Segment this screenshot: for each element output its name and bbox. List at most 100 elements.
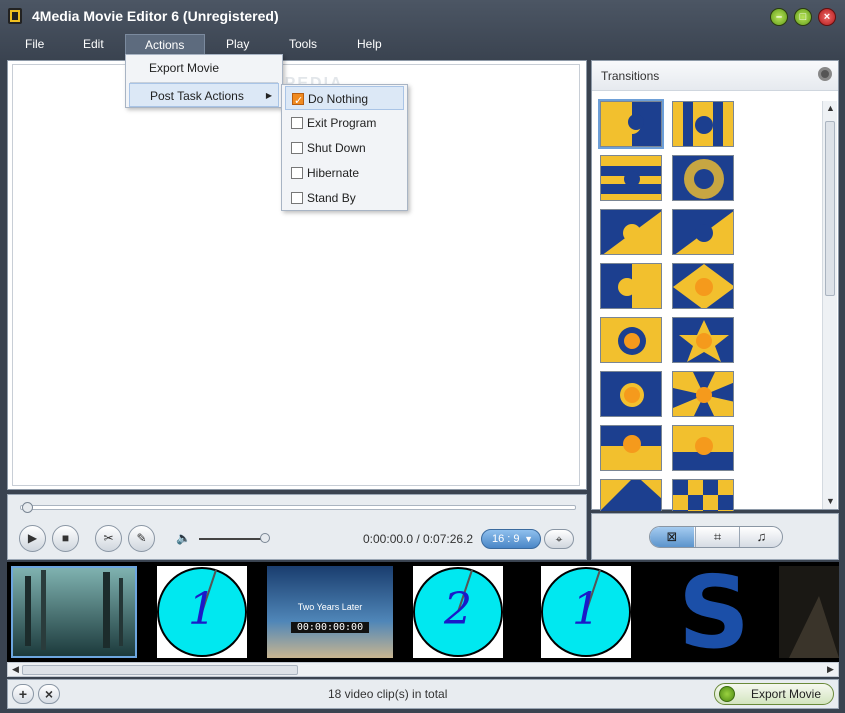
transition-thumbnail[interactable] (598, 99, 664, 149)
scroll-thumb-horizontal[interactable] (22, 665, 298, 675)
transition-thumbnail[interactable] (672, 425, 734, 471)
timeline-clip[interactable]: 2 (395, 566, 521, 658)
volume-handle[interactable] (260, 533, 270, 543)
panel-title: Transitions (601, 69, 660, 83)
music-icon: ♫ (756, 529, 767, 544)
transition-thumbnail[interactable] (672, 155, 734, 201)
scroll-up-icon[interactable]: ▲ (823, 101, 838, 116)
menu-actions[interactable]: Actions (125, 34, 205, 54)
clip-numeral: 1 (572, 584, 600, 635)
clip-timeline: 1 Two Years Later 00:00:00:00 2 1 S (7, 562, 839, 662)
post-task-submenu: Do Nothing Exit Program Shut Down Hibern… (281, 84, 408, 211)
horizontal-scrollbar[interactable]: ◀ ▶ (7, 662, 839, 677)
checkbox-checked-icon (292, 89, 304, 113)
aspect-ratio-select[interactable]: 16 : 9 ▼ (481, 529, 541, 549)
transition-thumbnail[interactable] (672, 209, 734, 255)
menu-item-exit-program[interactable]: Exit Program (285, 111, 404, 135)
menu-item-label: Shut Down (307, 141, 366, 155)
timeline-clip[interactable] (11, 566, 137, 658)
transition-thumbnail[interactable] (672, 371, 734, 417)
remove-clip-button[interactable]: × (38, 684, 60, 704)
transition-thumbnail[interactable] (600, 209, 662, 255)
transition-thumbnail[interactable] (600, 371, 662, 417)
play-button[interactable]: ▶ (19, 525, 46, 552)
add-clip-button[interactable]: + (12, 684, 34, 704)
menu-item-label: Hibernate (307, 166, 360, 180)
edit-button[interactable]: ✎ (128, 525, 155, 552)
transition-thumbnail[interactable] (600, 425, 662, 471)
close-button[interactable]: × (818, 8, 836, 26)
volume-slider[interactable] (199, 538, 263, 540)
menu-tools[interactable]: Tools (277, 34, 329, 54)
window-title: 4Media Movie Editor 6 (Unregistered) (32, 8, 279, 24)
checkbox-icon (291, 192, 303, 204)
transition-thumbnail[interactable] (672, 317, 734, 363)
timeline-clip[interactable]: Two Years Later 00:00:00:00 (267, 566, 393, 658)
minimize-button[interactable]: – (770, 8, 788, 26)
menu-item-hibernate[interactable]: Hibernate (285, 161, 404, 185)
transition-icon: ⊠ (666, 529, 678, 544)
stop-icon: ■ (61, 531, 70, 545)
gear-icon[interactable] (818, 67, 832, 81)
panel-tab-group: ⊠ ⌗ ♫ (649, 526, 783, 548)
clip-count-status: 18 video clip(s) in total (328, 687, 448, 701)
tab-transitions[interactable]: ⊠ (650, 527, 694, 547)
scissors-icon: ✂ (103, 531, 114, 545)
menu-item-export-movie[interactable]: Export Movie (129, 56, 279, 80)
timeline-clip[interactable] (779, 566, 839, 658)
play-icon: ▶ (27, 531, 38, 545)
clip-timecode: 00:00:00:00 (291, 622, 369, 633)
fit-screen-button[interactable]: ⌖ (544, 529, 574, 549)
actions-dropdown: Export Movie Post Task Actions ▶ (125, 54, 283, 108)
chevron-down-icon: ▼ (524, 534, 533, 544)
tab-music[interactable]: ♫ (739, 527, 782, 547)
panel-header: Transitions (592, 61, 838, 91)
pencil-icon: ✎ (136, 531, 147, 545)
menu-file[interactable]: File (13, 34, 56, 54)
menu-help[interactable]: Help (345, 34, 394, 54)
split-button[interactable]: ✂ (95, 525, 122, 552)
menu-item-shut-down[interactable]: Shut Down (285, 136, 404, 160)
menu-item-post-task-actions[interactable]: Post Task Actions ▶ (129, 83, 279, 107)
transition-thumbnail[interactable] (600, 317, 662, 363)
menu-item-do-nothing[interactable]: Do Nothing (285, 86, 404, 113)
menu-edit[interactable]: Edit (71, 34, 116, 54)
app-window: 4Media Movie Editor 6 (Unregistered) – □… (0, 0, 845, 713)
stop-button[interactable]: ■ (52, 525, 79, 552)
transition-grid (592, 99, 820, 511)
menu-item-label: Export Movie (149, 61, 220, 75)
transition-thumbnail[interactable] (672, 101, 734, 147)
crop-icon: ⌗ (713, 529, 722, 544)
vertical-scrollbar[interactable]: ▲ ▼ (822, 101, 837, 509)
timeline-clip[interactable]: 1 (139, 566, 265, 658)
transition-thumbnail[interactable] (672, 263, 734, 309)
menu-play[interactable]: Play (214, 34, 261, 54)
seek-handle[interactable] (22, 502, 33, 513)
speaker-icon[interactable]: 🔈 (176, 531, 191, 545)
time-display: 0:00:00.0 / 0:07:26.2 (363, 532, 474, 546)
tab-crop[interactable]: ⌗ (695, 527, 739, 547)
film-icon (8, 8, 22, 24)
scroll-right-icon[interactable]: ▶ (823, 662, 838, 677)
close-icon: × (44, 686, 54, 702)
film-reel-icon (719, 686, 735, 702)
transition-thumbnail[interactable] (600, 263, 662, 309)
scroll-left-icon[interactable]: ◀ (8, 662, 23, 677)
checkbox-icon (291, 167, 303, 179)
menu-item-stand-by[interactable]: Stand By (285, 186, 404, 210)
crosshair-icon: ⌖ (555, 532, 563, 546)
menu-bar: File Edit Actions Play Tools Help (0, 32, 845, 54)
seek-bar[interactable] (20, 505, 576, 510)
scroll-thumb[interactable] (825, 121, 835, 296)
maximize-button[interactable]: □ (794, 8, 812, 26)
clip-glyph: S (677, 566, 751, 658)
transition-thumbnail[interactable] (600, 155, 662, 201)
export-movie-button[interactable]: Export Movie (714, 683, 834, 705)
scroll-down-icon[interactable]: ▼ (823, 494, 838, 509)
transition-thumbnail[interactable] (672, 479, 734, 511)
transition-thumbnail[interactable] (600, 479, 662, 511)
aspect-ratio-value: 16 : 9 (492, 533, 520, 545)
checkbox-icon (291, 142, 303, 154)
timeline-clip[interactable]: 1 (523, 566, 649, 658)
timeline-clip[interactable]: S (651, 566, 777, 658)
